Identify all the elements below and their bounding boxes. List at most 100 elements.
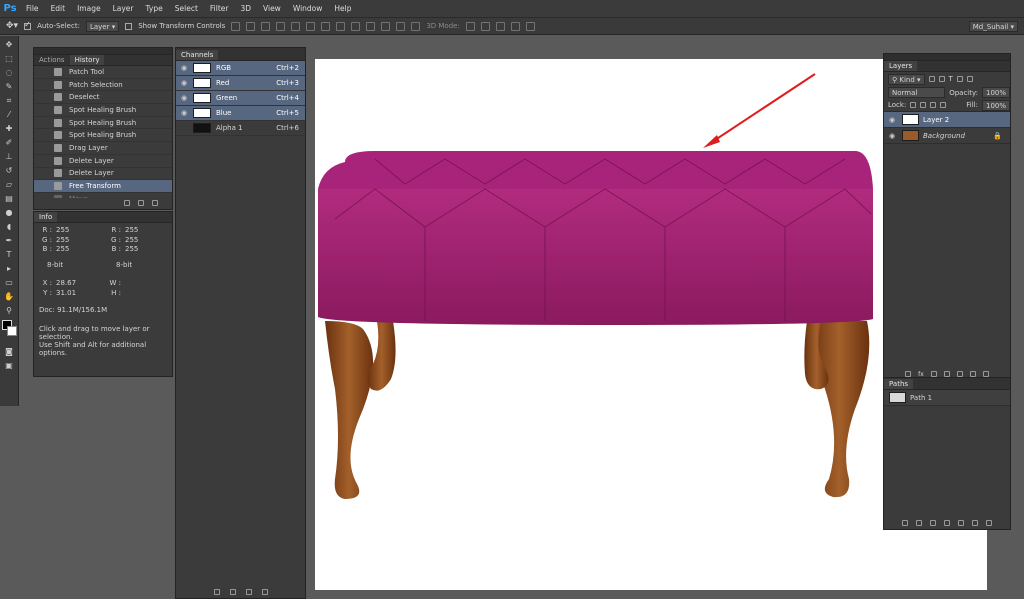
align-bottom-icon[interactable]: [261, 21, 271, 31]
history-item[interactable]: Spot Healing Brush: [34, 117, 172, 130]
tab-info[interactable]: Info: [34, 212, 58, 222]
3d-rotate-icon[interactable]: [465, 21, 475, 31]
eye-icon[interactable]: ◉: [179, 94, 189, 102]
history-item[interactable]: Free Transform: [34, 180, 172, 193]
new-snapshot-icon[interactable]: [138, 199, 144, 206]
align-vcenter-icon[interactable]: [246, 21, 256, 31]
channel-row[interactable]: ◉ RGB Ctrl+2: [176, 61, 305, 76]
menu-help[interactable]: Help: [328, 4, 357, 13]
filter-smart-object-icon[interactable]: [966, 76, 973, 82]
eye-icon[interactable]: ◉: [179, 79, 189, 87]
channel-row[interactable]: ◉ Blue Ctrl+5: [176, 106, 305, 121]
menu-filter[interactable]: Filter: [204, 4, 235, 13]
channel-row[interactable]: ◉ Green Ctrl+4: [176, 91, 305, 106]
auto-align-icon[interactable]: [411, 21, 421, 31]
menu-image[interactable]: Image: [71, 4, 107, 13]
color-swatches[interactable]: [2, 320, 17, 342]
history-item[interactable]: Spot Healing Brush: [34, 129, 172, 143]
delete-channel-icon[interactable]: [261, 589, 268, 595]
3d-scale-icon[interactable]: [525, 21, 535, 31]
save-selection-channel-icon[interactable]: [229, 589, 236, 595]
filter-type-icon[interactable]: T: [949, 75, 953, 83]
new-channel-icon[interactable]: [245, 589, 252, 595]
type-tool-icon[interactable]: T: [3, 249, 15, 260]
panel-grip[interactable]: [884, 54, 1010, 61]
tab-channels[interactable]: Channels: [176, 50, 219, 60]
load-channel-selection-icon[interactable]: [213, 589, 220, 595]
zoom-tool-icon[interactable]: ⚲: [3, 305, 15, 316]
tab-layers[interactable]: Layers: [884, 61, 918, 71]
auto-select-dropdown[interactable]: Layer ▾: [85, 20, 120, 32]
tab-paths[interactable]: Paths: [884, 379, 914, 389]
tab-history[interactable]: History: [69, 55, 105, 65]
filter-shape-icon[interactable]: [956, 76, 963, 82]
distribute-hcenter-icon[interactable]: [381, 21, 391, 31]
3d-slide-icon[interactable]: [510, 21, 520, 31]
filter-adjustment-icon[interactable]: [938, 76, 945, 82]
eraser-tool-icon[interactable]: ▱: [3, 179, 15, 190]
pen-tool-icon[interactable]: ✒: [3, 235, 15, 246]
menu-select[interactable]: Select: [169, 4, 204, 13]
add-mask-icon[interactable]: [958, 520, 964, 526]
eye-icon[interactable]: ◉: [179, 109, 189, 117]
list-item[interactable]: Path 1: [884, 390, 1010, 406]
align-top-icon[interactable]: [231, 21, 241, 31]
make-work-path-icon[interactable]: [944, 520, 950, 526]
path-select-tool-icon[interactable]: ▸: [3, 263, 15, 274]
lasso-tool-icon[interactable]: ◌: [3, 67, 15, 78]
distribute-top-icon[interactable]: [321, 21, 331, 31]
history-item[interactable]: Drag Layer: [34, 142, 172, 155]
distribute-bottom-icon[interactable]: [351, 21, 361, 31]
fill-path-icon[interactable]: [902, 520, 908, 526]
menu-view[interactable]: View: [257, 4, 287, 13]
channel-row[interactable]: ◉ Red Ctrl+3: [176, 76, 305, 91]
blend-mode-dropdown[interactable]: Normal: [888, 87, 946, 98]
menu-edit[interactable]: Edit: [45, 4, 72, 13]
history-item[interactable]: Patch Tool: [34, 66, 172, 79]
dodge-tool-icon[interactable]: ◖: [3, 221, 15, 232]
3d-roll-icon[interactable]: [480, 21, 490, 31]
move-tool-icon[interactable]: ✥▾: [6, 21, 18, 31]
layer-row[interactable]: ◉ Layer 2: [884, 112, 1010, 128]
brush-tool-icon[interactable]: ✐: [3, 137, 15, 148]
distribute-right-icon[interactable]: [396, 21, 406, 31]
marquee-tool-icon[interactable]: ⬚: [3, 53, 15, 64]
show-transform-checkbox[interactable]: [125, 22, 133, 30]
eye-icon[interactable]: ◉: [887, 132, 897, 140]
layer-filter-dropdown[interactable]: ⚲ Kind ▾: [888, 73, 925, 85]
history-item[interactable]: Patch Selection: [34, 79, 172, 92]
tab-actions[interactable]: Actions: [34, 55, 70, 65]
lock-image-icon[interactable]: [920, 102, 927, 108]
background-color-swatch[interactable]: [7, 326, 17, 336]
stroke-path-icon[interactable]: [916, 520, 922, 526]
clone-stamp-tool-icon[interactable]: ⊥: [3, 151, 15, 162]
rectangle-tool-icon[interactable]: ▭: [3, 277, 15, 288]
history-item[interactable]: Delete Layer: [34, 168, 172, 181]
opacity-input[interactable]: 100%: [981, 87, 1010, 98]
screen-mode-icon[interactable]: ▣: [3, 360, 15, 371]
menu-layer[interactable]: Layer: [107, 4, 140, 13]
delete-state-icon[interactable]: [152, 199, 158, 206]
hand-tool-icon[interactable]: ✋: [3, 291, 15, 302]
menu-window[interactable]: Window: [287, 4, 329, 13]
move-tool-icon[interactable]: ✥: [3, 39, 15, 50]
eye-icon[interactable]: ◉: [887, 116, 897, 124]
menu-type[interactable]: Type: [140, 4, 169, 13]
workspace-switcher[interactable]: Md_Suhail ▾: [968, 21, 1018, 32]
blur-tool-icon[interactable]: ●: [3, 207, 15, 218]
eye-icon[interactable]: ◉: [179, 64, 189, 72]
auto-select-checkbox[interactable]: [24, 20, 32, 30]
eyedropper-tool-icon[interactable]: ⁄: [3, 109, 15, 120]
history-item[interactable]: Delete Layer: [34, 155, 172, 168]
distribute-vcenter-icon[interactable]: [336, 21, 346, 31]
align-hcenter-icon[interactable]: [291, 21, 301, 31]
quick-mask-icon[interactable]: ◙: [3, 346, 15, 357]
crop-tool-icon[interactable]: ⌗: [3, 95, 15, 106]
channel-row[interactable]: Alpha 1 Ctrl+6: [176, 121, 305, 136]
3d-drag-icon[interactable]: [495, 21, 505, 31]
align-right-icon[interactable]: [306, 21, 316, 31]
menu-3d[interactable]: 3D: [234, 4, 257, 13]
delete-path-icon[interactable]: [986, 520, 992, 526]
distribute-left-icon[interactable]: [366, 21, 376, 31]
lock-all-icon[interactable]: [940, 102, 947, 108]
